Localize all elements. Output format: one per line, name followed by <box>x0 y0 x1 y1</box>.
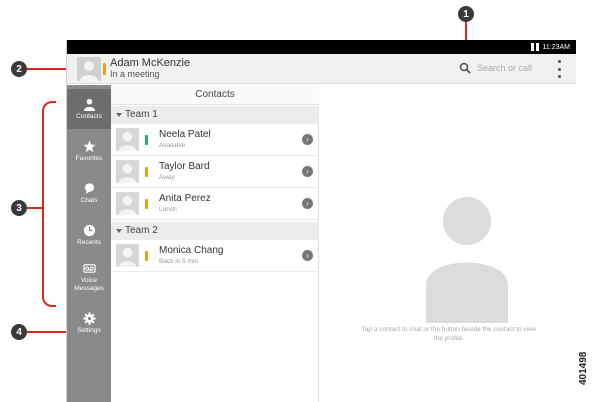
person-silhouette-icon <box>77 57 101 81</box>
device-screen: 11:23AM Adam McKenzie In a meeting Searc… <box>66 40 576 402</box>
sidebar: Contacts Favorites Chats Recents Voice M… <box>67 85 111 402</box>
gear-icon <box>82 311 96 325</box>
contact-name: Neela Patel <box>159 129 211 140</box>
more-options-icon[interactable] <box>557 60 561 78</box>
person-silhouette-icon <box>116 128 139 151</box>
contact-row[interactable]: Neela Patel Available › <box>111 124 319 156</box>
callout-4: 4 <box>11 324 27 340</box>
user-presence-indicator <box>103 63 106 75</box>
figure-id: 401498 <box>578 351 589 385</box>
sidebar-item-favorites[interactable]: Favorites <box>67 131 111 171</box>
empty-state-hint: Tap a contact to chat or the button besi… <box>361 326 537 342</box>
group-header-team-2[interactable]: Team 2 <box>111 222 319 240</box>
contact-name: Taylor Bard <box>159 161 210 172</box>
sidebar-item-chats[interactable]: Chats <box>67 173 111 213</box>
panel-title: Contacts <box>111 85 319 105</box>
presence-indicator <box>145 199 148 209</box>
callout-3-line <box>27 207 43 209</box>
placeholder-avatar <box>426 193 508 323</box>
contacts-panel: Contacts Team 1 Neela Patel Available › <box>111 85 319 402</box>
app-header: Adam McKenzie In a meeting Search or cal… <box>67 54 576 84</box>
chevron-down-icon <box>116 113 122 117</box>
chevron-down-icon <box>116 229 122 233</box>
group-name: Team 2 <box>125 225 158 236</box>
contact-status: Back in 5 min <box>159 258 199 265</box>
contact-avatar <box>116 160 139 183</box>
group-name: Team 1 <box>125 109 158 120</box>
contact-avatar <box>116 128 139 151</box>
profile-detail-pane: Tap a contact to chat or the button besi… <box>319 85 576 402</box>
contact-row[interactable]: Taylor Bard Away › <box>111 156 319 188</box>
sidebar-item-label: Voice Messages <box>74 276 104 292</box>
sidebar-item-recents[interactable]: Recents <box>67 215 111 255</box>
presence-indicator <box>145 135 148 145</box>
contact-avatar <box>116 192 139 215</box>
user-name: Adam McKenzie <box>110 57 191 69</box>
contact-row[interactable]: Monica Chang Back in 5 min › <box>111 240 319 272</box>
callout-4-line <box>27 331 69 333</box>
contact-row[interactable]: Anita Perez Lunch › <box>111 188 319 220</box>
person-silhouette-icon <box>116 160 139 183</box>
sidebar-item-label: Contacts <box>76 112 102 120</box>
clock-icon <box>83 224 95 236</box>
contact-name: Anita Perez <box>159 193 211 204</box>
sidebar-item-label: Recents <box>77 238 101 246</box>
status-bar: 11:23AM <box>67 40 576 54</box>
contact-avatar <box>116 244 139 267</box>
sidebar-item-label: Chats <box>80 196 98 204</box>
sidebar-item-settings[interactable]: Settings <box>67 303 111 343</box>
search-input[interactable]: Search or call <box>477 63 532 73</box>
chevron-right-icon[interactable]: › <box>302 198 313 209</box>
person-silhouette-icon <box>116 192 139 215</box>
sidebar-item-contacts[interactable]: Contacts <box>67 89 111 129</box>
star-icon <box>82 139 96 152</box>
user-status[interactable]: In a meeting <box>110 69 160 79</box>
sidebar-item-voice-messages[interactable]: Voice Messages <box>67 257 111 297</box>
contact-status: Available <box>159 142 186 149</box>
voicemail-icon <box>82 263 96 273</box>
contact-name: Monica Chang <box>159 245 224 256</box>
callout-3-bracket <box>42 101 56 307</box>
sidebar-item-label: Favorites <box>75 154 103 162</box>
presence-indicator <box>145 167 148 177</box>
chevron-right-icon[interactable]: › <box>302 166 313 177</box>
contact-status: Away <box>159 174 175 181</box>
signal-icon <box>530 43 539 51</box>
sidebar-item-label: Settings <box>77 326 101 334</box>
callout-2: 2 <box>11 61 27 77</box>
group-header-team-1[interactable]: Team 1 <box>111 106 319 124</box>
contact-status: Lunch <box>159 206 177 213</box>
search-icon[interactable] <box>459 62 471 74</box>
chevron-right-icon[interactable]: › <box>302 250 313 261</box>
chevron-right-icon[interactable]: › <box>302 134 313 145</box>
presence-indicator <box>145 251 148 261</box>
status-time: 11:23AM <box>542 43 571 51</box>
chat-bubble-icon <box>84 182 94 194</box>
user-avatar[interactable] <box>77 57 101 81</box>
person-silhouette-icon <box>116 244 139 267</box>
person-silhouette-icon <box>426 197 508 323</box>
person-icon <box>83 98 95 111</box>
callout-1: 1 <box>458 6 474 22</box>
callout-3: 3 <box>11 200 27 216</box>
